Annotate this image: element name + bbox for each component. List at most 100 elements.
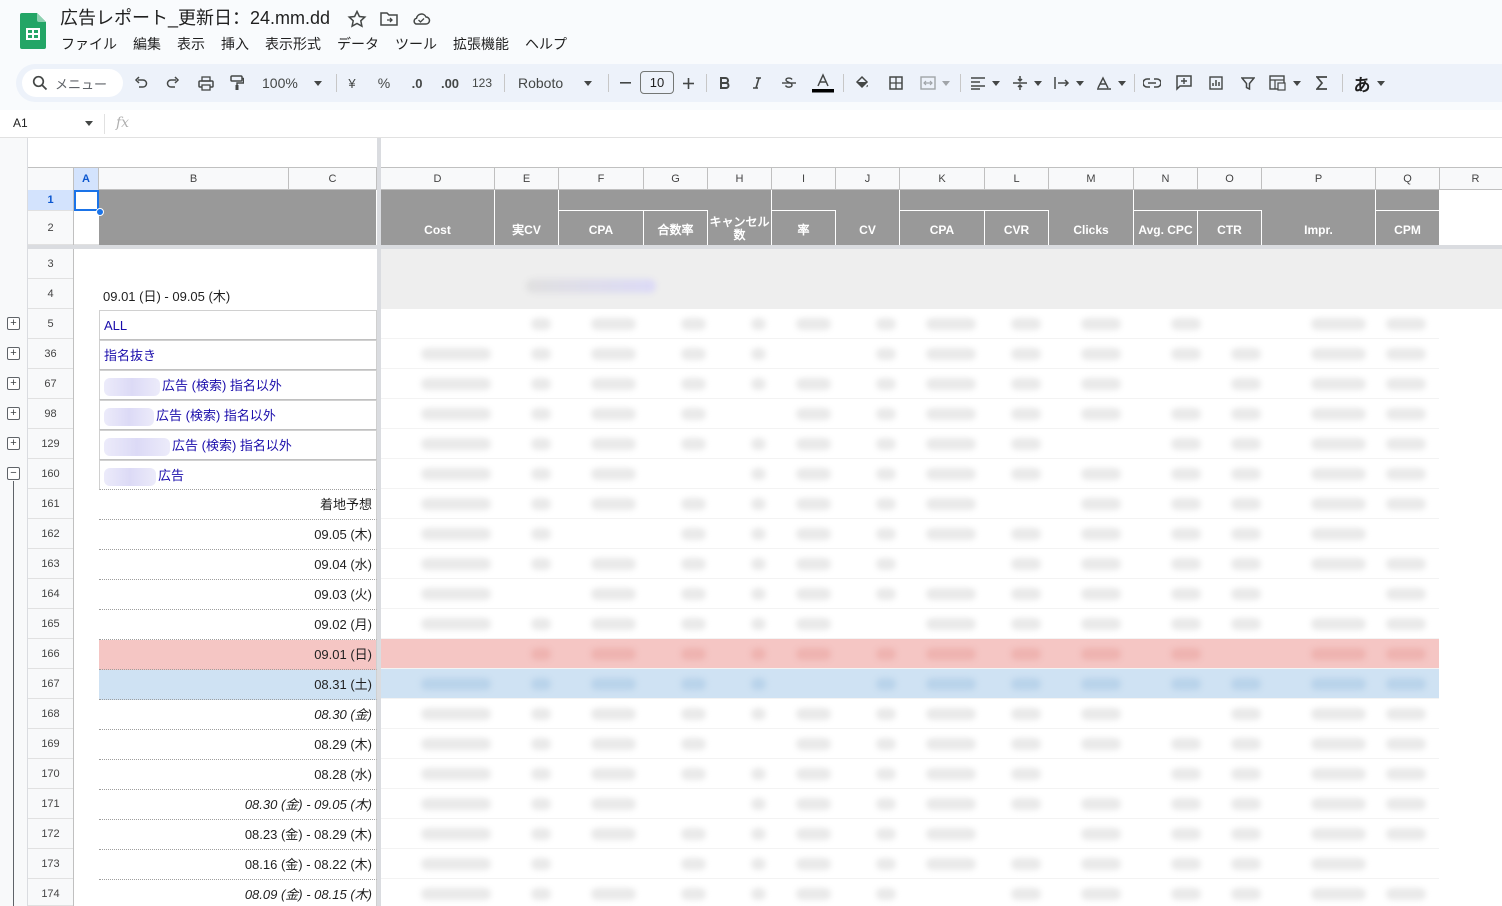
row-header[interactable]: 170 [28, 759, 73, 789]
row-label-date[interactable]: 09.03 (火) [99, 580, 377, 610]
insert-chart-button[interactable] [1206, 69, 1226, 97]
select-all-corner[interactable] [28, 168, 74, 190]
star-icon[interactable] [347, 10, 367, 28]
functions-button[interactable] [1312, 69, 1332, 97]
borders-button[interactable] [886, 69, 906, 97]
row-header[interactable]: 160 [28, 459, 73, 489]
col-header-e[interactable]: E [495, 168, 559, 190]
row-header[interactable]: 1 [28, 190, 73, 211]
col-header-p[interactable]: P [1262, 168, 1376, 190]
row-label-date[interactable]: 09.02 (月) [99, 610, 377, 640]
increase-font-size-button[interactable] [679, 69, 697, 97]
zoom-select[interactable]: 100% [256, 69, 328, 97]
expand-group-button[interactable]: + [7, 317, 20, 330]
row-header[interactable]: 36 [28, 339, 73, 369]
col-header-c[interactable]: C [289, 168, 377, 190]
row-label-date[interactable]: 09.01 (日) [99, 640, 377, 670]
row-label-week[interactable]: 08.30 (金) - 09.05 (木) [99, 790, 377, 820]
insert-comment-button[interactable] [1174, 69, 1194, 97]
input-tools-button[interactable]: あ [1352, 69, 1386, 97]
row-label-date[interactable]: 08.29 (木) [99, 730, 377, 760]
col-header-f[interactable]: F [559, 168, 644, 190]
col-header-b[interactable]: B [99, 168, 289, 190]
row-header[interactable]: 129 [28, 429, 73, 459]
row-header[interactable]: 174 [28, 879, 73, 906]
vertical-align-button[interactable] [1011, 69, 1043, 97]
row-header[interactable]: 163 [28, 549, 73, 579]
font-size-input[interactable]: 10 [640, 71, 674, 94]
sheets-logo-icon[interactable] [20, 13, 46, 49]
row-label-date[interactable]: 08.31 (土) [99, 670, 377, 700]
menu-view[interactable]: 表示 [169, 33, 213, 55]
col-header-a[interactable]: A [74, 168, 99, 190]
menu-extensions[interactable]: 拡張機能 [445, 33, 517, 55]
filter-views-button[interactable] [1268, 69, 1302, 97]
decrease-font-size-button[interactable] [616, 69, 634, 97]
font-select[interactable]: Roboto [514, 69, 598, 97]
menu-format[interactable]: 表示形式 [257, 33, 329, 55]
row-label-week[interactable]: 08.16 (金) - 08.22 (木) [99, 850, 377, 880]
increase-decimal-button[interactable]: .00 [435, 69, 465, 97]
row-label-forecast[interactable]: 着地予想 [99, 490, 377, 520]
row-header[interactable]: 98 [28, 399, 73, 429]
expand-group-button[interactable]: + [7, 437, 20, 450]
group-row-search-2[interactable]: 広告 (検索) 指名以外 [99, 400, 377, 430]
row-label-date[interactable]: 08.30 (金) [99, 700, 377, 730]
collapse-group-button[interactable]: − [7, 467, 20, 480]
frozen-columns-divider[interactable] [377, 138, 381, 906]
cell-a2[interactable] [74, 211, 99, 245]
row-label-date[interactable]: 08.28 (水) [99, 760, 377, 790]
group-row-all[interactable]: ALL [99, 310, 377, 340]
row-header[interactable]: 173 [28, 849, 73, 879]
percent-button[interactable]: % [374, 69, 394, 97]
chevron-down-icon[interactable] [85, 121, 93, 126]
row-header[interactable]: 2 [28, 211, 73, 245]
sheet-grid[interactable]: A B C D E F G H I J K L M N O P Q R + + … [0, 138, 1502, 906]
col-header-k[interactable]: K [900, 168, 985, 190]
col-header-r[interactable]: R [1440, 168, 1502, 190]
currency-button[interactable]: ¥ [342, 69, 362, 97]
text-color-button[interactable] [811, 69, 835, 97]
cloud-status-icon[interactable] [411, 10, 431, 28]
move-folder-icon[interactable] [379, 10, 399, 28]
document-title[interactable]: 広告レポート_更新日：24.mm.dd [60, 6, 330, 30]
expand-group-button[interactable]: + [7, 347, 20, 360]
row-label-date[interactable]: 09.04 (水) [99, 550, 377, 580]
strikethrough-button[interactable] [779, 69, 799, 97]
col-header-q[interactable]: Q [1376, 168, 1440, 190]
merge-cells-button[interactable] [918, 69, 952, 97]
print-button[interactable] [195, 69, 217, 97]
row-header[interactable]: 165 [28, 609, 73, 639]
menu-edit[interactable]: 編集 [125, 33, 169, 55]
menu-search[interactable]: メニュー [22, 69, 123, 97]
row-header[interactable]: 3 [28, 249, 73, 279]
col-header-d[interactable]: D [381, 168, 495, 190]
col-header-o[interactable]: O [1198, 168, 1262, 190]
expand-group-button[interactable]: + [7, 377, 20, 390]
fill-color-button[interactable] [851, 69, 873, 97]
paint-format-button[interactable] [227, 69, 247, 97]
expand-group-button[interactable]: + [7, 407, 20, 420]
row-header[interactable]: 164 [28, 579, 73, 609]
group-row-non-branded[interactable]: 指名抜き [99, 340, 377, 370]
menu-insert[interactable]: 挿入 [213, 33, 257, 55]
col-header-i[interactable]: I [772, 168, 836, 190]
col-header-n[interactable]: N [1134, 168, 1198, 190]
bold-button[interactable] [715, 69, 735, 97]
undo-button[interactable] [131, 69, 151, 97]
redo-button[interactable] [163, 69, 183, 97]
text-rotation-button[interactable] [1095, 69, 1127, 97]
name-box[interactable]: A1 [13, 116, 28, 130]
decrease-decimal-button[interactable]: .0 [404, 69, 430, 97]
col-header-j[interactable]: J [836, 168, 900, 190]
row-header[interactable]: 67 [28, 369, 73, 399]
horizontal-align-button[interactable] [969, 69, 1001, 97]
col-header-l[interactable]: L [985, 168, 1049, 190]
date-range-label[interactable]: 09.01 (日) - 09.05 (木) [103, 286, 230, 305]
row-header[interactable]: 4 [28, 279, 73, 309]
text-wrap-button[interactable] [1053, 69, 1085, 97]
row-header[interactable]: 169 [28, 729, 73, 759]
row-header[interactable]: 166 [28, 639, 73, 669]
col-header-m[interactable]: M [1049, 168, 1134, 190]
group-row-search-1[interactable]: 広告 (検索) 指名以外 [99, 370, 377, 400]
